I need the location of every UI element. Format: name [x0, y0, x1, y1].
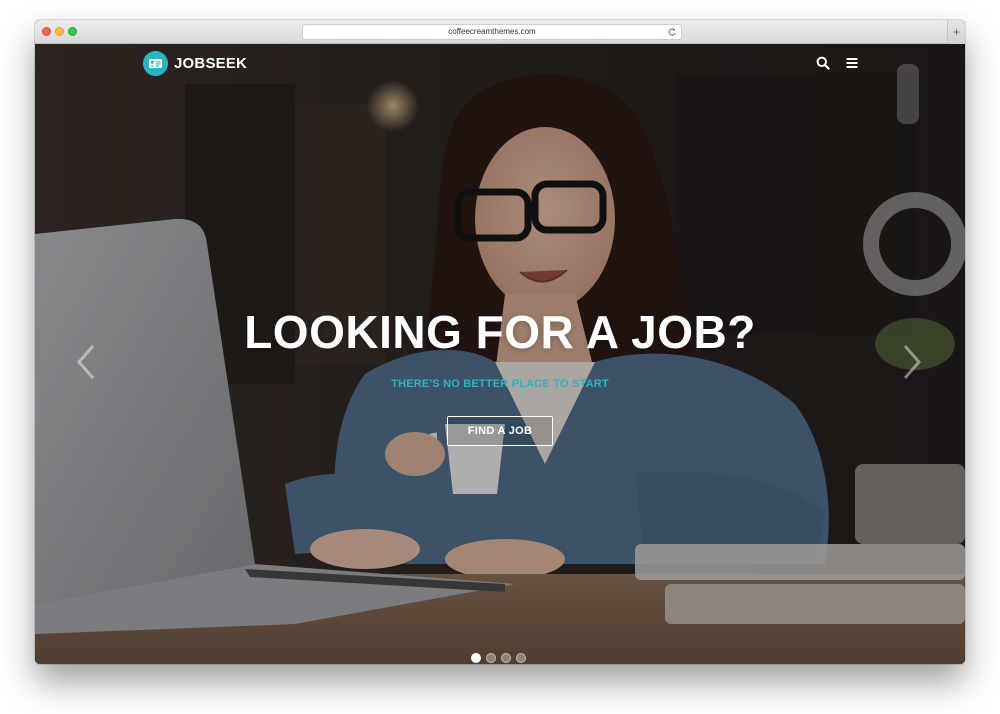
- slider-dot-1[interactable]: [471, 653, 481, 663]
- id-card-icon[interactable]: [143, 51, 168, 76]
- browser-toolbar: coffeecreamthemes.com +: [35, 20, 965, 44]
- url-text: coffeecreamthemes.com: [448, 27, 536, 36]
- hero-title: LOOKING FOR A JOB?: [244, 306, 756, 358]
- logo-text[interactable]: JOBSEEK: [174, 54, 247, 74]
- browser-window: coffeecreamthemes.com + JOBSEEK LOOKING …: [35, 20, 965, 664]
- search-icon[interactable]: [816, 56, 830, 70]
- hero-subtitle: THERE'S NO BETTER PLACE TO START: [391, 378, 609, 390]
- hero-slider: JOBSEEK LOOKING FOR A JOB? THERE'S NO BE…: [35, 44, 965, 664]
- new-tab-button[interactable]: +: [947, 20, 965, 44]
- slider-pagination: [471, 653, 531, 664]
- slider-dot-2[interactable]: [486, 653, 496, 663]
- reload-icon[interactable]: [667, 27, 677, 37]
- find-a-job-button[interactable]: FIND A JOB: [447, 416, 553, 446]
- hamburger-menu-icon[interactable]: [845, 56, 859, 70]
- close-window-button[interactable]: [42, 27, 51, 36]
- slider-dot-3[interactable]: [501, 653, 511, 663]
- maximize-window-button[interactable]: [68, 27, 77, 36]
- address-bar[interactable]: coffeecreamthemes.com: [302, 24, 682, 40]
- slider-dot-4[interactable]: [516, 653, 526, 663]
- minimize-window-button[interactable]: [55, 27, 64, 36]
